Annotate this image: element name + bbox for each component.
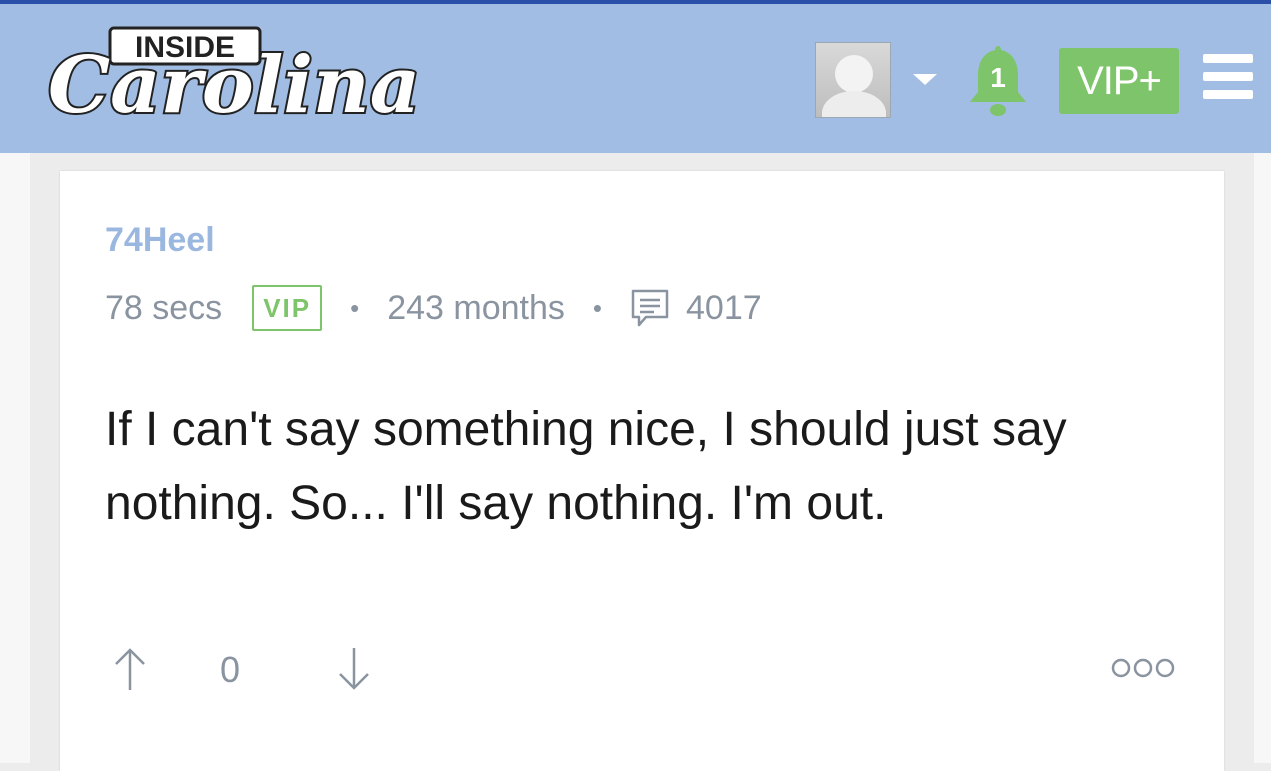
user-avatar[interactable] <box>815 42 891 118</box>
post-author[interactable]: 74Heel <box>105 221 215 260</box>
meta-separator: • <box>592 292 602 323</box>
notification-count: 1 <box>990 62 1006 93</box>
vip-badge: VIP <box>252 285 323 331</box>
post-meta: 78 secs VIP • 243 months • 4017 <box>105 283 762 333</box>
arrow-down-icon[interactable] <box>336 646 372 692</box>
site-logo[interactable]: INSIDE Carolina <box>40 20 470 132</box>
vip-plus-button[interactable]: VIP+ <box>1059 48 1179 114</box>
page-gutter-left <box>0 153 30 763</box>
comment-icon <box>630 288 670 328</box>
chevron-down-icon[interactable] <box>913 74 937 85</box>
hamburger-menu-icon[interactable] <box>1203 54 1253 100</box>
author-post-count: 4017 <box>686 288 762 327</box>
logo-script-text: Carolina <box>48 40 420 131</box>
vote-count: 0 <box>220 649 241 690</box>
post-time: 78 secs <box>105 288 223 327</box>
site-header: INSIDE Carolina 1 VIP+ <box>0 4 1271 153</box>
page-gutter-right <box>1254 153 1271 763</box>
more-options-icon[interactable] <box>1110 656 1176 680</box>
post-body: If I can't say something nice, I should … <box>105 403 1067 530</box>
forum-post-card: 74Heel 78 secs VIP • 243 months • 4017 I… <box>60 171 1224 771</box>
meta-separator: • <box>350 292 360 323</box>
member-tenure: 243 months <box>387 288 565 327</box>
arrow-up-icon[interactable] <box>112 646 148 692</box>
